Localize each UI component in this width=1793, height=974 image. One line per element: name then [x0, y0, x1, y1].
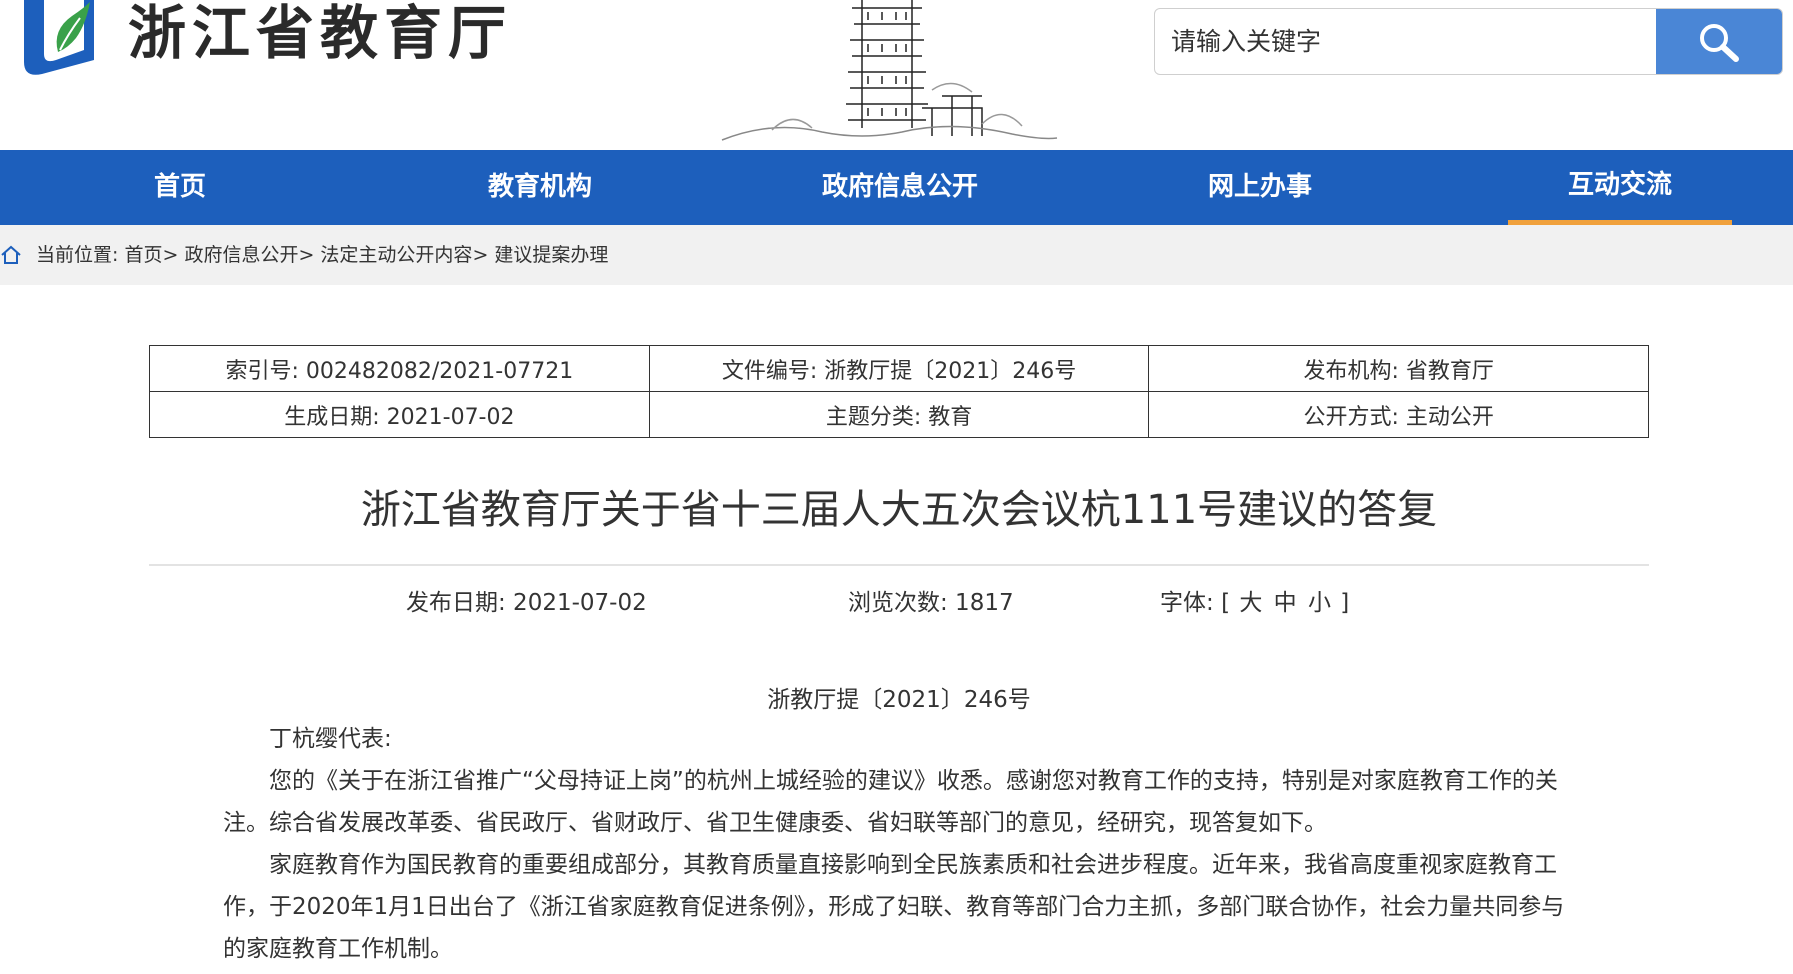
nav-item-gov-info[interactable]: 政府信息公开 — [790, 150, 1010, 225]
font-large-link[interactable]: 大 — [1237, 590, 1264, 616]
font-bracket-close: ] — [1340, 590, 1350, 616]
font-bracket-open: [ — [1221, 590, 1231, 616]
breadcrumb-gov-info[interactable]: 政府信息公开 — [184, 244, 298, 266]
nav-item-institutions[interactable]: 教育机构 — [440, 150, 640, 225]
breadcrumb-home[interactable]: 首页 — [124, 244, 162, 266]
search-icon — [1700, 24, 1739, 62]
nav-item-home[interactable]: 首页 — [80, 150, 280, 225]
view-count: 浏览次数: 1817 — [848, 590, 1014, 616]
page-title: 浙江省教育厅关于省十三届人大五次会议杭111号建议的答复 — [360, 487, 1438, 533]
breadcrumb-separator: > — [298, 244, 321, 266]
font-size-controls: 字体: [ 大 中 小 ] — [1160, 583, 1349, 617]
font-medium-link[interactable]: 中 — [1272, 590, 1299, 616]
breadcrumb-separator: > — [472, 244, 495, 266]
site-name: 浙江省教育厅 — [128, 0, 513, 67]
salutation: 丁杭缨代表: — [269, 726, 392, 752]
meta-publisher: 发布机构: 省教育厅 — [1148, 345, 1649, 392]
meta-created-date: 生成日期: 2021-07-02 — [149, 391, 650, 438]
breadcrumb-statutory[interactable]: 法定主动公开内容 — [320, 244, 472, 266]
paragraph: 您的《关于在浙江省推广“父母持证上岗”的杭州上城经验的建议》收悉。感谢您对教育工… — [223, 768, 1558, 836]
document-meta-table: 索引号: 002482082/2021-07721 文件编号: 浙教厅提〔202… — [149, 345, 1649, 438]
article-body: 丁杭缨代表: 您的《关于在浙江省推广“父母持证上岗”的杭州上城经验的建议》收悉。… — [223, 718, 1568, 970]
site-header: 浙江省教育厅 — [0, 0, 1793, 150]
breadcrumb-prefix: 当前位置: — [36, 244, 125, 266]
breadcrumb-separator: > — [162, 244, 185, 266]
breadcrumb: 当前位置: 首页> 政府信息公开> 法定主动公开内容> 建议提案办理 — [0, 225, 1793, 285]
breadcrumb-proposals[interactable]: 建议提案办理 — [494, 244, 608, 266]
meta-topic: 主题分类: 教育 — [648, 391, 1150, 438]
font-size-label: 字体: — [1160, 590, 1214, 616]
pagoda-banner-image — [721, 0, 1058, 141]
main-nav: 首页 教育机构 政府信息公开 网上办事 互动交流 — [0, 150, 1793, 225]
table-row: 索引号: 002482082/2021-07721 文件编号: 浙教厅提〔202… — [149, 345, 1649, 392]
search-box — [1154, 8, 1783, 75]
site-logo-icon[interactable] — [14, 0, 104, 80]
paragraph: 家庭教育作为国民教育的重要组成部分，其教育质量直接影响到全民族素质和社会进步程度… — [223, 852, 1565, 962]
table-row: 生成日期: 2021-07-02 主题分类: 教育 公开方式: 主动公开 — [149, 391, 1649, 438]
document-number: 浙教厅提〔2021〕246号 — [767, 687, 1031, 713]
font-small-link[interactable]: 小 — [1306, 590, 1333, 616]
breadcrumb-text: 当前位置: 首页> 政府信息公开> 法定主动公开内容> 建议提案办理 — [36, 225, 608, 285]
meta-file-number: 文件编号: 浙教厅提〔2021〕246号 — [648, 345, 1150, 392]
publish-date: 发布日期: 2021-07-02 — [406, 590, 647, 616]
search-input[interactable] — [1155, 9, 1655, 74]
nav-item-interaction[interactable]: 互动交流 — [1508, 150, 1732, 225]
title-divider — [149, 564, 1649, 566]
home-icon — [1, 245, 21, 264]
meta-disclosure: 公开方式: 主动公开 — [1148, 391, 1649, 438]
meta-index-number: 索引号: 002482082/2021-07721 — [149, 345, 650, 392]
nav-item-online-service[interactable]: 网上办事 — [1160, 150, 1360, 225]
search-button[interactable] — [1656, 9, 1782, 74]
